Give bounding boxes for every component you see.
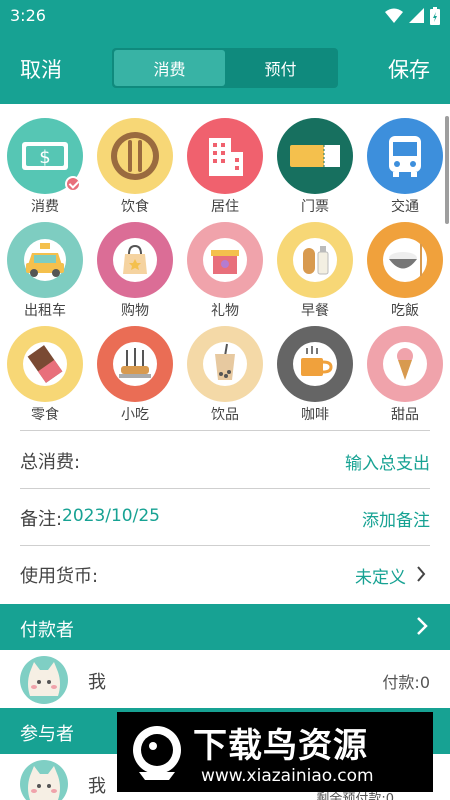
taxi-icon <box>7 222 83 298</box>
building-icon <box>187 118 263 194</box>
svg-text:$: $ <box>39 147 50 168</box>
category-item[interactable]: 购物 <box>90 222 180 320</box>
category-label: 居住 <box>211 199 239 215</box>
app-bar: 取消 消费 预付 保存 <box>0 32 450 104</box>
save-button[interactable]: 保存 <box>388 54 430 84</box>
rice-bowl-icon <box>367 222 443 298</box>
plate-utensils-icon <box>97 118 173 194</box>
category-label: 礼物 <box>211 303 239 319</box>
category-item[interactable]: 饮品 <box>180 326 270 424</box>
cancel-button[interactable]: 取消 <box>20 54 62 84</box>
category-label: 甜品 <box>391 407 419 423</box>
category-label: 饮食 <box>121 199 149 215</box>
category-label: 小吃 <box>121 407 149 423</box>
payer-amount: 付款:0 <box>382 673 430 692</box>
category-label: 交通 <box>391 199 419 215</box>
category-label: 咖啡 <box>301 407 329 423</box>
money-icon: $ <box>7 118 83 194</box>
bread-milk-icon <box>277 222 353 298</box>
watermark-title: 下载鸟资源 <box>193 726 368 766</box>
bubble-tea-icon <box>187 326 263 402</box>
note-row: 备注: 2023/10/25 添加备注 <box>0 489 450 545</box>
signal-icon <box>409 8 424 23</box>
category-item[interactable]: 咖啡 <box>270 326 360 424</box>
selected-check-icon <box>65 176 81 192</box>
category-item[interactable]: 小吃 <box>90 326 180 424</box>
category-label: 购物 <box>121 303 149 319</box>
divider <box>20 430 430 431</box>
total-expense-row: 总消费: 输入总支出 <box>0 432 450 488</box>
tab-prepaid[interactable]: 预付 <box>225 50 336 86</box>
gift-icon <box>187 222 263 298</box>
category-label: 出租车 <box>24 303 66 319</box>
add-note-button[interactable]: 添加备注 <box>362 506 430 531</box>
bus-icon <box>367 118 443 194</box>
chocolate-icon <box>7 326 83 402</box>
skewer-icon <box>97 326 173 402</box>
category-label: 门票 <box>301 199 329 215</box>
watermark-url: www.xiazainiao.com <box>201 766 374 786</box>
status-icons <box>385 7 440 25</box>
tab-consumption[interactable]: 消费 <box>114 50 225 86</box>
ice-cream-icon <box>367 326 443 402</box>
note-date[interactable]: 2023/10/25 <box>62 506 160 526</box>
category-label: 早餐 <box>301 303 329 319</box>
participant-name: 我 <box>88 776 106 797</box>
chevron-right-icon <box>417 617 428 635</box>
note-label: 备注: <box>20 509 63 530</box>
category-item[interactable]: 出租车 <box>0 222 90 320</box>
category-label: 零食 <box>31 407 59 423</box>
battery-icon <box>430 7 440 25</box>
status-bar: 3:26 <box>0 0 450 32</box>
shopping-bag-icon <box>97 222 173 298</box>
payer-list-item[interactable]: 我 付款:0 <box>0 650 450 708</box>
bird-logo-icon <box>133 726 181 780</box>
category-item[interactable]: 交通 <box>360 118 450 216</box>
avatar <box>20 760 68 800</box>
segmented-control: 消费 预付 <box>112 48 338 88</box>
chevron-right-icon <box>417 566 426 582</box>
avatar <box>20 656 68 704</box>
category-item[interactable]: 饮食 <box>90 118 180 216</box>
participants-title: 参与者 <box>20 724 74 745</box>
category-grid: $ 消费 饮食 居住 门票 交通 出租车 购物 礼物 早餐 吃飯 零食 小吃 饮… <box>0 104 450 430</box>
total-expense-label: 总消费: <box>20 452 81 473</box>
payer-name: 我 <box>88 672 106 693</box>
payers-section-header[interactable]: 付款者 <box>0 604 450 650</box>
category-label: 饮品 <box>211 407 239 423</box>
currency-value: 未定义 <box>355 568 406 588</box>
category-label: 吃飯 <box>391 303 419 319</box>
category-item[interactable]: $ 消费 <box>0 118 90 216</box>
coffee-icon <box>277 326 353 402</box>
currency-row[interactable]: 使用货币: 未定义 <box>0 546 450 602</box>
wifi-icon <box>385 8 403 23</box>
payers-title: 付款者 <box>20 620 74 641</box>
category-item[interactable]: 早餐 <box>270 222 360 320</box>
category-item[interactable]: 居住 <box>180 118 270 216</box>
status-time: 3:26 <box>10 6 46 25</box>
category-item[interactable]: 门票 <box>270 118 360 216</box>
scrollbar[interactable] <box>445 116 449 224</box>
currency-label: 使用货币: <box>20 566 99 587</box>
ticket-icon <box>277 118 353 194</box>
watermark-banner: 下载鸟资源 www.xiazainiao.com <box>117 712 433 792</box>
category-item[interactable]: 礼物 <box>180 222 270 320</box>
category-item[interactable]: 甜品 <box>360 326 450 424</box>
category-label: 消费 <box>31 199 59 215</box>
category-item[interactable]: 零食 <box>0 326 90 424</box>
total-expense-input[interactable]: 输入总支出 <box>345 449 430 474</box>
category-item[interactable]: 吃飯 <box>360 222 450 320</box>
